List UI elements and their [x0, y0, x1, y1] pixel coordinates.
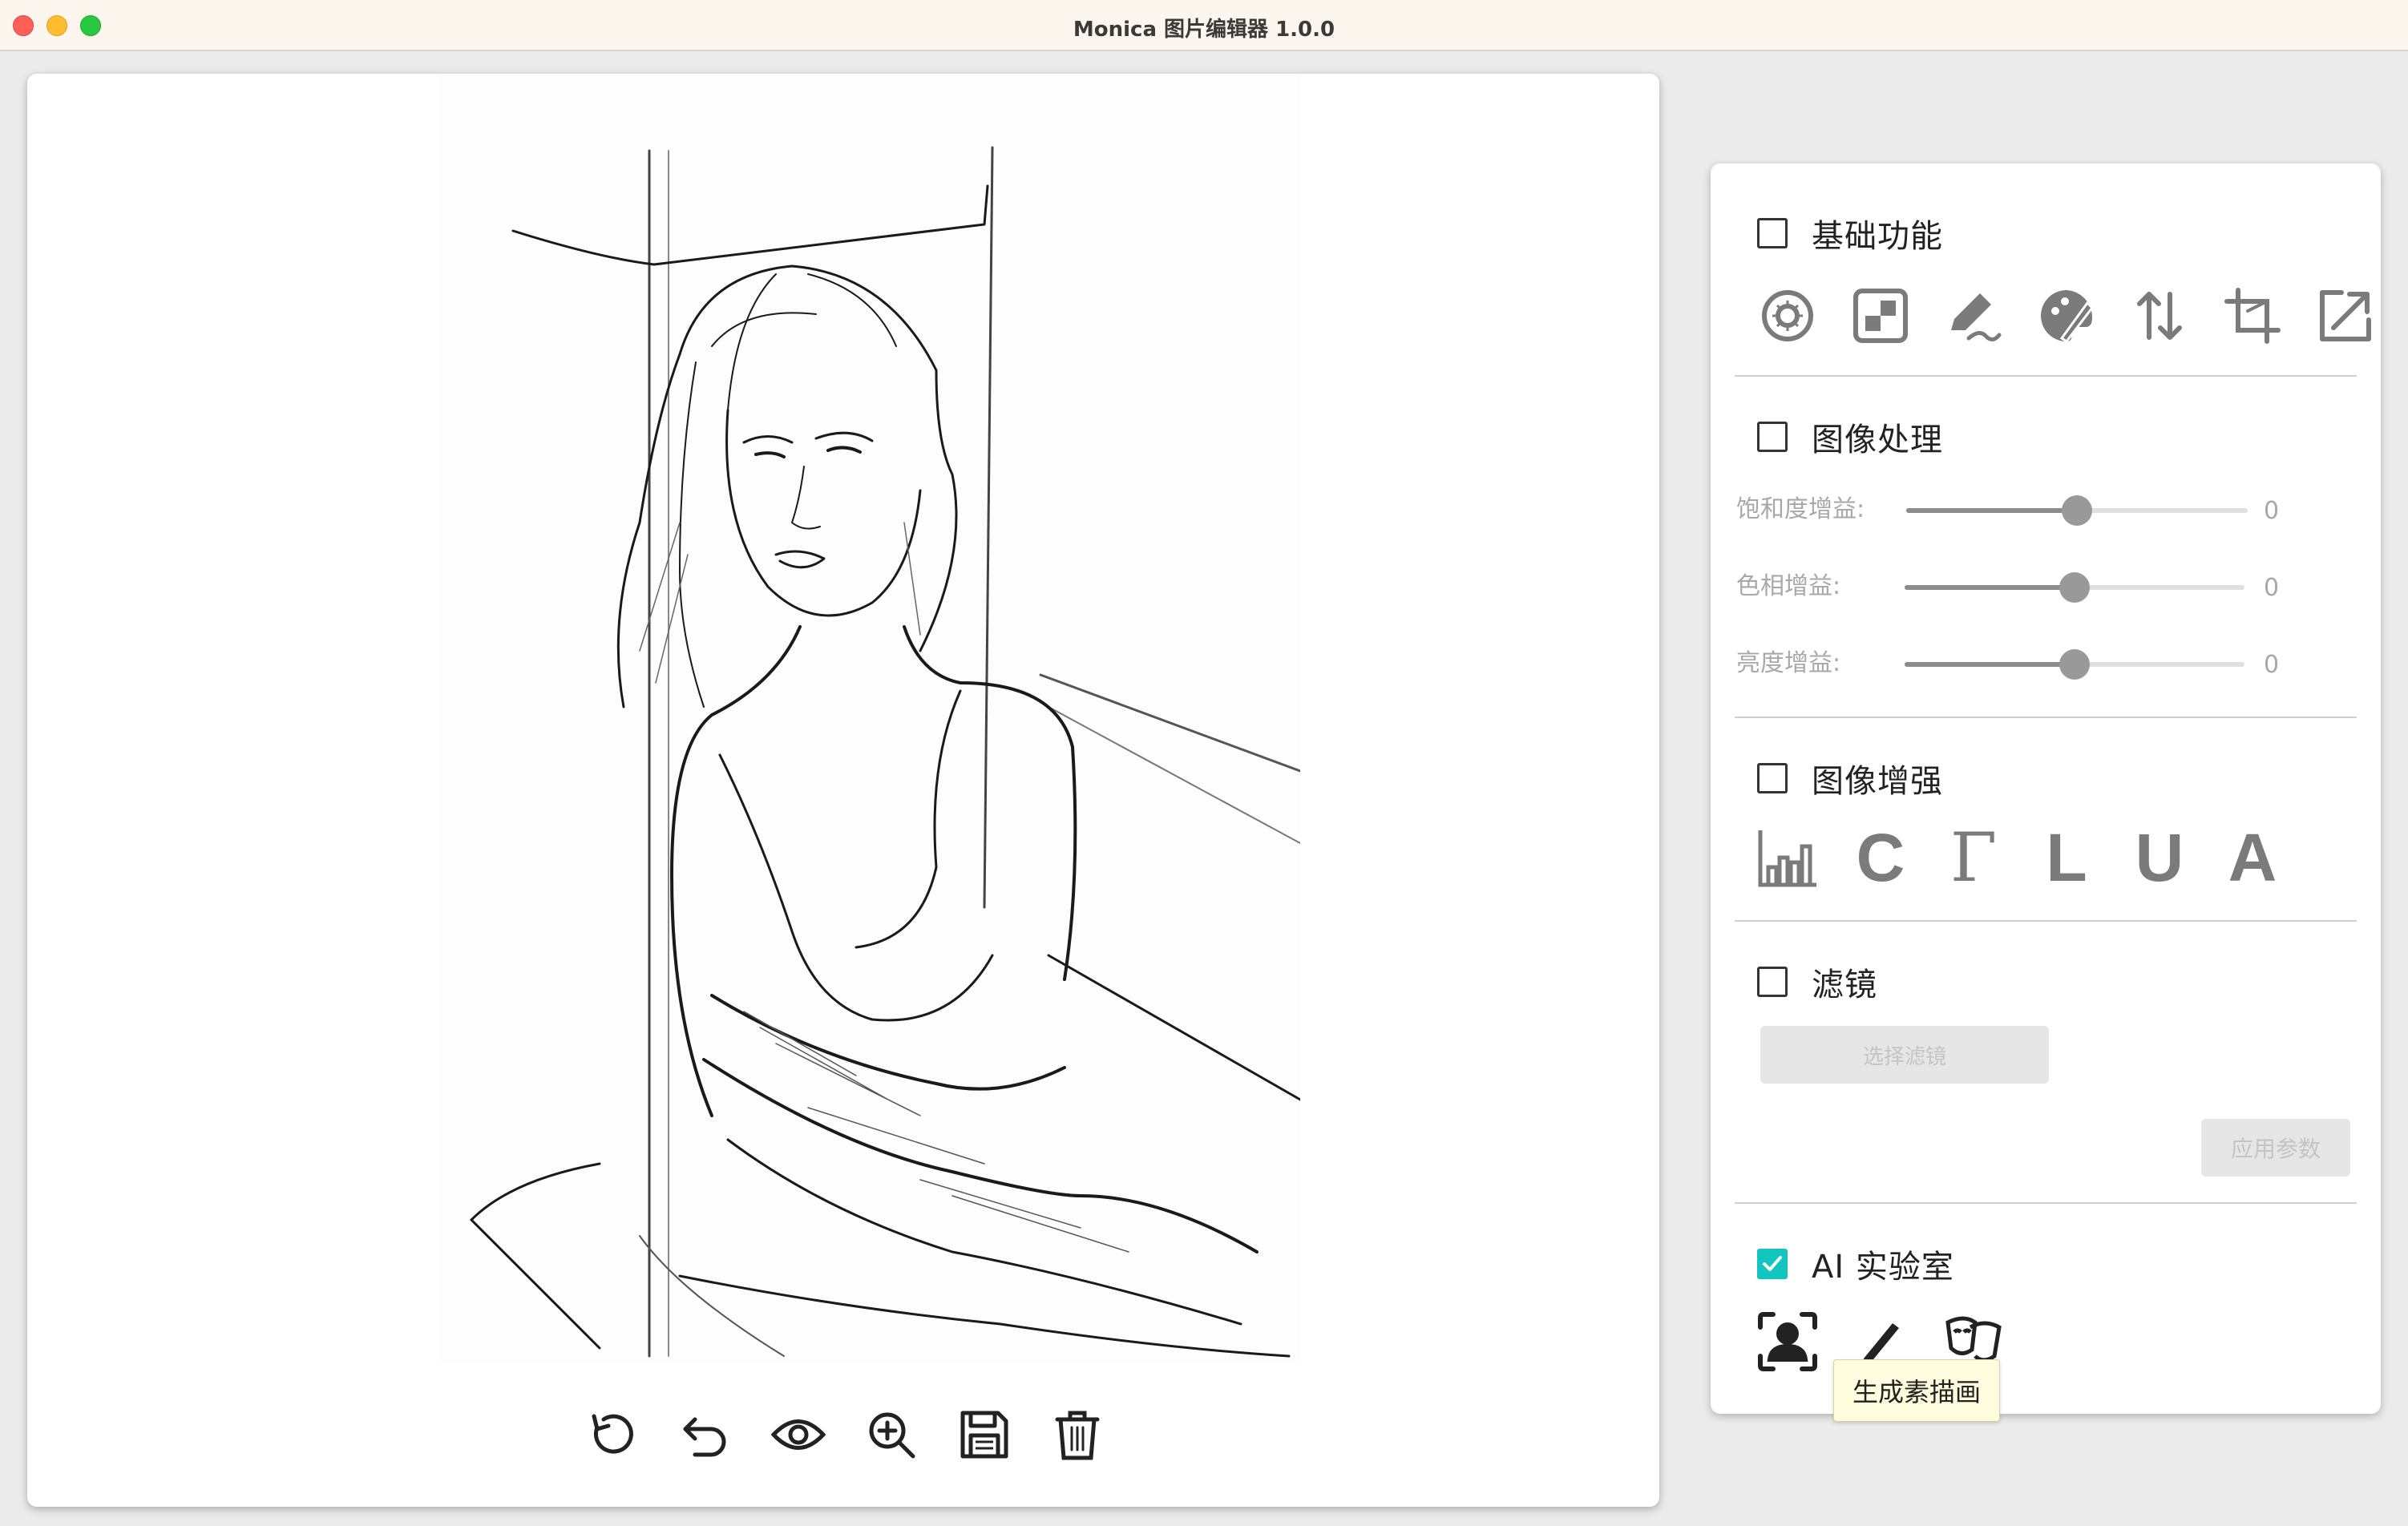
apply-params-button[interactable]: 应用参数: [2201, 1119, 2350, 1177]
basic-tools-row: [1755, 284, 2378, 348]
face-detect-icon[interactable]: [1755, 1310, 1820, 1374]
hue-label: 色相增益:: [1736, 572, 1841, 600]
hue-slider-fill: [1905, 585, 2075, 590]
brightness-label: 亮度增益:: [1736, 649, 1841, 677]
flip-icon[interactable]: [2127, 284, 2192, 348]
image-canvas: [27, 74, 1659, 1507]
clahe-icon[interactable]: C: [1848, 824, 1913, 891]
saturation-slider-row: 饱和度增益: 0: [1736, 494, 2362, 526]
saturation-slider-thumb[interactable]: [2062, 495, 2092, 526]
usm-icon[interactable]: U: [2127, 824, 2192, 891]
preview-eye-icon[interactable]: [766, 1403, 830, 1467]
resize-icon[interactable]: [2313, 284, 2378, 348]
basic-section-label: 基础功能: [1812, 218, 1943, 255]
ace-icon[interactable]: A: [2220, 824, 2285, 891]
hue-value: 0: [2264, 574, 2280, 602]
processing-section-label: 图像处理: [1812, 422, 1943, 458]
section-divider: [1735, 920, 2357, 922]
brightness-slider-fill: [1905, 662, 2075, 667]
processing-section-header: 图像处理: [1757, 414, 1943, 460]
save-icon[interactable]: [952, 1403, 1016, 1467]
processing-checkbox[interactable]: [1757, 422, 1788, 452]
rotate-icon[interactable]: [580, 1403, 644, 1467]
enhance-tools-row: C Γ L U A: [1755, 824, 2317, 891]
draw-pen-icon[interactable]: [1941, 284, 2006, 348]
hue-slider-thumb[interactable]: [2059, 572, 2090, 603]
select-filter-button[interactable]: 选择滤镜: [1760, 1026, 2049, 1084]
enhance-section-label: 图像增强: [1812, 763, 1943, 800]
section-divider: [1735, 717, 2357, 718]
filter-section-label: 滤镜: [1812, 967, 1877, 1003]
section-divider: [1735, 1202, 2357, 1204]
window-title: Monica 图片编辑器 1.0.0: [1073, 18, 1335, 42]
crop-icon[interactable]: [2220, 284, 2285, 348]
ai-lab-checkbox[interactable]: [1757, 1249, 1788, 1279]
saturation-slider[interactable]: [1906, 495, 2248, 526]
gamma-icon[interactable]: Γ: [1941, 824, 2006, 891]
zoom-in-icon[interactable]: [859, 1403, 923, 1467]
basic-checkbox[interactable]: [1757, 218, 1788, 248]
brightness-slider[interactable]: [1905, 649, 2244, 680]
ai-lab-section-label: AI 实验室: [1812, 1249, 1954, 1286]
filter-section-header: 滤镜: [1757, 959, 1877, 1005]
hue-slider-row: 色相增益: 0: [1736, 571, 2362, 603]
laplace-icon[interactable]: L: [2034, 824, 2099, 891]
sketch-image: [439, 74, 1300, 1362]
palette-brush-icon[interactable]: [2034, 284, 2099, 348]
saturation-value: 0: [2264, 497, 2280, 525]
enhance-checkbox[interactable]: [1757, 763, 1788, 793]
section-divider: [1735, 375, 2357, 377]
enhance-section-header: 图像增强: [1757, 755, 1943, 801]
tooltip: 生成素描画: [1833, 1359, 2000, 1422]
checkmark-icon: [1763, 1256, 1782, 1271]
saturation-slider-fill: [1906, 508, 2077, 513]
delete-icon[interactable]: [1045, 1403, 1109, 1467]
saturation-label: 饱和度增益:: [1736, 495, 1865, 523]
brightness-slider-thumb[interactable]: [2059, 649, 2090, 680]
color-picker-icon[interactable]: [1755, 284, 1820, 348]
filter-checkbox[interactable]: [1757, 967, 1788, 997]
histogram-icon[interactable]: [1755, 826, 1820, 890]
control-panel: 基础功能 图像处理 饱和度增益: 0 色相增益: 0 亮度增益: 0 图像增强 …: [1711, 164, 2381, 1414]
brightness-value: 0: [2264, 651, 2280, 679]
undo-icon[interactable]: [673, 1403, 737, 1467]
hue-slider[interactable]: [1905, 572, 2244, 603]
ai-lab-section-header: AI 实验室: [1757, 1241, 1954, 1287]
mosaic-icon[interactable]: [1848, 284, 1913, 348]
basic-section-header: 基础功能: [1757, 210, 1943, 256]
title-bar: Monica 图片编辑器 1.0.0: [0, 0, 2408, 51]
brightness-slider-row: 亮度增益: 0: [1736, 648, 2362, 680]
